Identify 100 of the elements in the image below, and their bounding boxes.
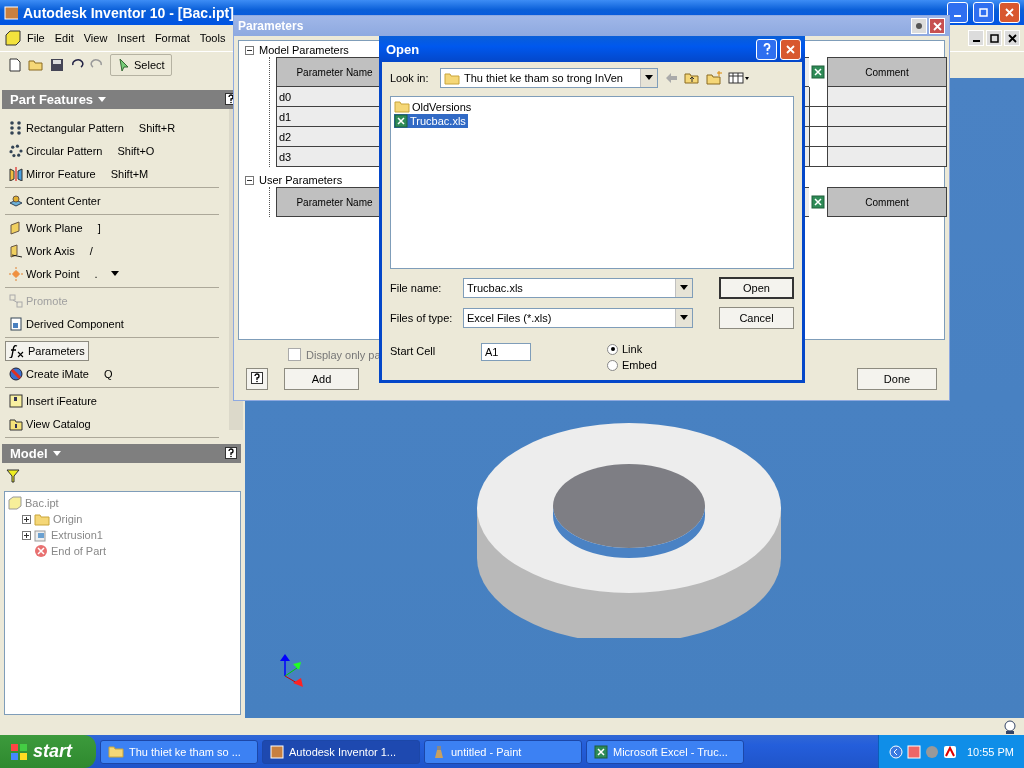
help-icon[interactable]: [251, 372, 263, 386]
tool-item[interactable]: Work Plane ]: [5, 218, 105, 238]
close-button[interactable]: [1004, 30, 1020, 46]
caret-icon[interactable]: [110, 271, 119, 277]
pin-button[interactable]: [911, 18, 927, 34]
taskbar-button[interactable]: Autodesk Inventor 1...: [262, 739, 420, 764]
menu-item[interactable]: View: [78, 32, 113, 44]
collapse-toggle[interactable]: [245, 175, 254, 185]
new-file-icon[interactable]: [8, 58, 22, 72]
menu-item[interactable]: File: [22, 32, 50, 44]
section-label: User Parameters: [259, 174, 343, 186]
add-button[interactable]: Add: [284, 368, 359, 390]
grid-pattern-icon: [9, 121, 23, 135]
folder-icon: [34, 512, 50, 526]
minimize-icon: [954, 14, 961, 17]
spreadsheet-icon: [394, 114, 408, 128]
radio-label: Embed: [622, 359, 657, 371]
open-folder-icon[interactable]: [28, 58, 44, 72]
up-folder-icon[interactable]: [684, 71, 700, 85]
help-icon[interactable]: [225, 446, 237, 461]
menu-item[interactable]: Format: [149, 32, 195, 44]
restore-button[interactable]: [986, 30, 1002, 46]
taskbar-button[interactable]: untitled - Paint: [424, 739, 582, 764]
open-button[interactable]: Open: [719, 277, 794, 299]
tool-item[interactable]: Derived Component: [5, 314, 128, 334]
minimize-button[interactable]: [968, 30, 984, 46]
tree-item[interactable]: Extrusion1: [5, 527, 240, 543]
tool-item[interactable]: Rectangular Pattern Shift+R: [5, 118, 180, 138]
mirror-icon: [9, 167, 23, 181]
start-cell-field[interactable]: A1: [481, 343, 531, 361]
question-mark-icon: [762, 43, 771, 55]
paint-brush-icon: [432, 744, 446, 759]
section-label: Model Parameters: [259, 44, 349, 56]
function-icon: [9, 344, 25, 358]
radio-button[interactable]: [607, 343, 618, 355]
stack-icon: [9, 194, 23, 208]
close-icon: [932, 21, 942, 31]
folder-entry[interactable]: OldVersions: [394, 100, 474, 113]
close-icon: [1005, 8, 1014, 17]
panel-title: Model: [10, 446, 48, 461]
pin-icon: [915, 22, 923, 30]
checkbox[interactable]: [288, 348, 301, 361]
dialog-title: Open: [386, 41, 421, 57]
caret-icon: [680, 315, 688, 321]
folder-icon: [108, 745, 124, 758]
radio-button[interactable]: [607, 359, 618, 371]
view-menu-icon[interactable]: [728, 71, 750, 85]
field-label: File name:: [390, 282, 443, 294]
field-label: Look in:: [390, 72, 430, 84]
select-button[interactable]: Select: [110, 54, 172, 76]
app-icon: [270, 744, 284, 759]
taskbar-button[interactable]: Microsoft Excel - Truc...: [586, 739, 744, 764]
network-icon: [1002, 718, 1018, 735]
save-icon[interactable]: [50, 58, 64, 72]
done-button[interactable]: Done: [857, 368, 937, 390]
taskbar-button[interactable]: Thu thiet ke tham so ...: [100, 739, 258, 764]
menu-item[interactable]: Insert: [112, 32, 150, 44]
tree-item[interactable]: Bac.ipt: [5, 495, 240, 511]
menu-item[interactable]: Tools: [194, 32, 231, 44]
menu-item[interactable]: Edit: [49, 32, 79, 44]
tool-item[interactable]: Content Center: [5, 191, 105, 211]
expand-toggle[interactable]: [22, 514, 31, 524]
caret-icon: [645, 75, 653, 81]
expand-toggle[interactable]: [22, 530, 31, 540]
tool-item[interactable]: Mirror Feature Shift+M: [5, 164, 153, 184]
look-in-dropdown[interactable]: Thu thiet ke tham so trong InVen: [440, 68, 658, 88]
tool-item[interactable]: Work Point .: [5, 264, 123, 284]
tree-item[interactable]: End of Part: [5, 543, 240, 559]
caret-icon: [680, 285, 688, 291]
derived-component-icon: [9, 317, 23, 331]
filter-icon[interactable]: [6, 469, 20, 483]
catalog-icon: [9, 417, 23, 431]
chevron-icon[interactable]: [888, 744, 903, 759]
panel-title: Part Features: [10, 92, 94, 107]
part-icon: [8, 496, 22, 510]
column-header: Comment: [827, 187, 947, 217]
cube-icon: [4, 30, 22, 46]
spreadsheet-entry[interactable]: Trucbac.xls: [394, 114, 468, 128]
table-cell: [809, 107, 827, 127]
stop-icon: [34, 544, 48, 558]
file-name-field[interactable]: Trucbac.xls: [463, 278, 693, 298]
tool-item[interactable]: View Catalog: [5, 414, 95, 434]
tray-app-icon[interactable]: [942, 744, 957, 759]
tool-item[interactable]: Create iMate Q: [5, 364, 117, 384]
table-cell: [809, 147, 827, 167]
radio-label: Link: [622, 343, 643, 355]
extrusion-icon: [34, 528, 48, 542]
tool-item[interactable]: Circular Pattern Shift+O: [5, 141, 159, 161]
tool-item[interactable]: Work Axis /: [5, 241, 97, 261]
tree-item[interactable]: Origin: [5, 511, 240, 527]
new-folder-icon[interactable]: [706, 71, 722, 85]
file-type-dropdown[interactable]: Excel Files (*.xls): [463, 308, 693, 328]
cancel-button[interactable]: Cancel: [719, 307, 794, 329]
app-icon: [4, 5, 18, 20]
folder-icon: [444, 71, 460, 85]
help-button[interactable]: [246, 368, 268, 390]
tool-item[interactable]: Insert iFeature: [5, 391, 101, 411]
tool-item[interactable]: Parameters: [5, 341, 89, 361]
start-button[interactable]: start: [0, 735, 96, 768]
collapse-toggle[interactable]: [245, 45, 254, 55]
